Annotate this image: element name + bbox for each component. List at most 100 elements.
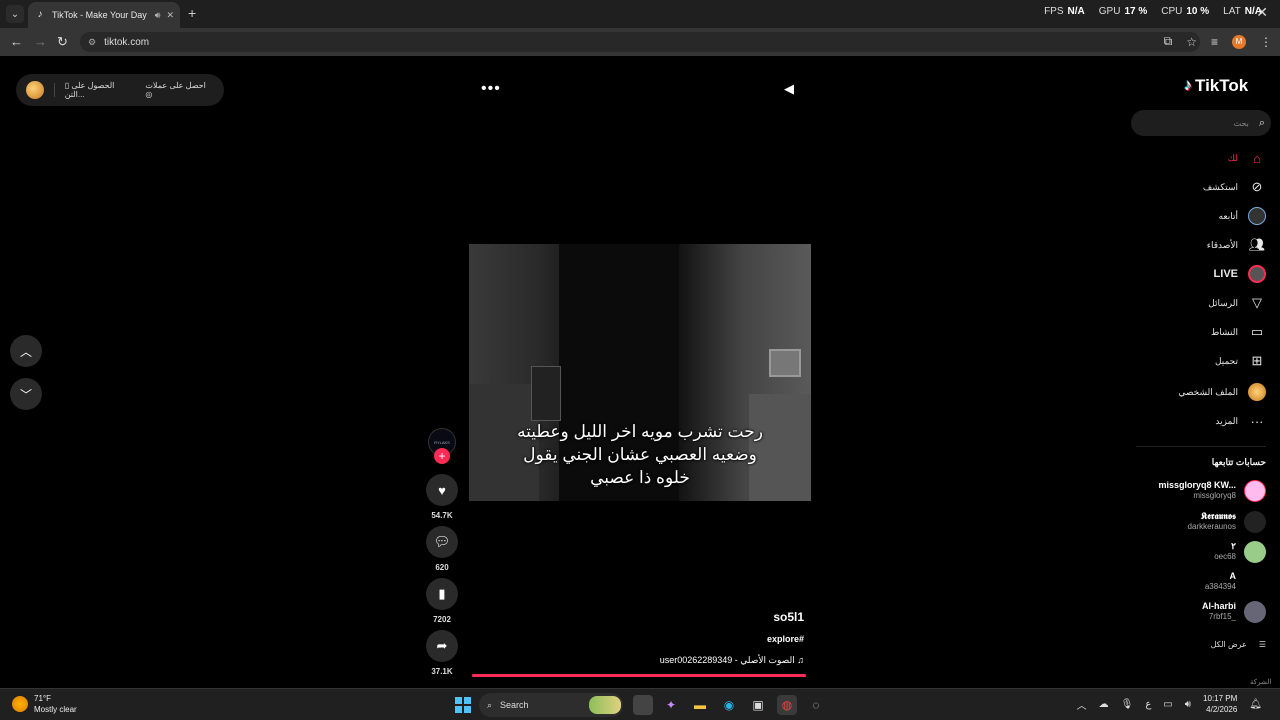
following-account[interactable]: ٢ oec68: [1140, 537, 1266, 565]
menu-item-messages[interactable]: الرسائل ▽: [1140, 292, 1266, 314]
forward-icon[interactable]: →: [34, 34, 47, 49]
start-button[interactable]: [455, 697, 471, 713]
menu-item-friends[interactable]: الأصدقاء 👥︎: [1140, 234, 1266, 256]
task-view-icon[interactable]: [633, 695, 653, 715]
new-tab-button[interactable]: +: [188, 5, 196, 21]
perf-overlay: FPS N/A GPU 17 % CPU 10 % LAT N/A: [1044, 6, 1262, 17]
network-icon[interactable]: ▭: [1163, 699, 1172, 710]
store-icon[interactable]: ▣: [748, 695, 768, 715]
following-account[interactable]: 𝕶𝖊𝖗𝖆𝖚𝖓𝖔𝖘 darkkeraunos: [1140, 507, 1266, 535]
tab-audio-icon[interactable]: 🔊︎: [155, 10, 161, 21]
previous-video-button[interactable]: ︿: [10, 335, 42, 367]
show-hidden-icons-icon[interactable]: ︿: [1077, 697, 1087, 712]
microphone-icon[interactable]: 🎙︎: [1121, 699, 1134, 710]
menu-item-more[interactable]: المزيد ···: [1140, 410, 1266, 432]
following-account[interactable]: Aa384394: [1140, 567, 1266, 595]
video-hashtag[interactable]: explore#: [700, 634, 804, 644]
tiktok-logo[interactable]: ♪ TikTok: [1184, 76, 1248, 96]
search-input[interactable]: بحث ⌕: [1131, 110, 1271, 136]
avatar: [1244, 511, 1266, 533]
tab-title: TikTok - Make Your Day: [52, 10, 147, 20]
reload-icon[interactable]: ↻: [57, 34, 68, 50]
menu-item-for-you[interactable]: لك ⌂: [1140, 147, 1266, 169]
avatar: [1244, 601, 1266, 623]
back-icon[interactable]: ←: [10, 34, 23, 49]
caption-line: رحت تشرب مويه اخر الليل وعطيته: [517, 422, 763, 441]
avatar: [1244, 541, 1266, 563]
user-avatar[interactable]: [26, 81, 44, 99]
search-placeholder: بحث: [1233, 118, 1249, 128]
video-player[interactable]: رحت تشرب مويه اخر الليل وعطيته وضعيه الع…: [469, 244, 811, 501]
window-close-icon[interactable]: ✕: [1256, 4, 1268, 21]
like-button[interactable]: ♥: [426, 474, 458, 506]
bookmark-star-icon[interactable]: ☆: [1186, 35, 1197, 49]
browser-menu-icon[interactable]: ⋮: [1260, 35, 1272, 49]
media-controls-icon[interactable]: ≡: [1211, 35, 1218, 49]
video-music[interactable]: user00262289349 - الصوت الأصلي ♫: [560, 655, 804, 666]
clock[interactable]: 10:17 PM 4/2/2026: [1203, 693, 1237, 715]
share-button[interactable]: ➦: [426, 630, 458, 662]
menu-item-explore[interactable]: استكشف ⊘: [1140, 176, 1266, 198]
install-app-icon[interactable]: ⧉: [1164, 34, 1173, 49]
messages-icon: ▽: [1252, 295, 1262, 310]
file-explorer-icon[interactable]: ▬: [690, 695, 710, 715]
site-info-icon[interactable]: ⚙: [88, 37, 96, 48]
copilot-icon[interactable]: ✦: [661, 695, 681, 715]
save-button[interactable]: ▮: [426, 578, 458, 610]
follow-button[interactable]: +: [434, 448, 450, 464]
search-icon[interactable]: ⌕: [1259, 117, 1265, 130]
menu-label: النشاط: [1210, 326, 1238, 337]
more-options-icon[interactable]: •••: [481, 80, 501, 98]
account-name: missgloryq8 KW...: [1158, 480, 1236, 490]
home-icon: ⌂: [1253, 150, 1261, 166]
volume-icon[interactable]: 🔊︎: [1185, 699, 1191, 710]
menu-item-live[interactable]: LIVE: [1140, 263, 1266, 285]
comment-button[interactable]: 💬︎: [426, 526, 458, 558]
company-link[interactable]: الشركة: [1250, 678, 1271, 686]
taskbar-search[interactable]: ⌕ Search: [479, 693, 623, 717]
get-coins-button[interactable]: احصل على عملات ◎: [145, 81, 214, 99]
weather-widget[interactable]: 71°F Mostly clear: [12, 693, 77, 715]
menu-item-activity[interactable]: النشاط ▭: [1140, 321, 1266, 343]
menu-item-upload[interactable]: تحميل ⊞: [1140, 350, 1266, 372]
app-icon[interactable]: ◌: [806, 695, 826, 715]
menu-label: أتابعه: [1218, 210, 1238, 221]
profile-avatar[interactable]: M: [1232, 34, 1246, 49]
upload-icon: ⊞: [1251, 353, 1263, 368]
chrome-icon[interactable]: ◍: [777, 695, 797, 715]
get-app-button[interactable]: ▯ الحصول على التن...: [65, 81, 136, 99]
menu-label: الرسائل: [1208, 297, 1238, 308]
notifications-icon[interactable]: 🔔︎: [1249, 699, 1262, 710]
language-indicator[interactable]: ع: [1145, 699, 1151, 710]
video-author[interactable]: so5l1: [700, 610, 804, 624]
avatar: [1244, 571, 1266, 593]
edge-icon[interactable]: ◉: [719, 695, 739, 715]
top-actions-pill: ▯ الحصول على التن... احصل على عملات ◎: [16, 74, 224, 106]
video-progress-bar[interactable]: [472, 674, 806, 677]
music-label: user00262289349 - الصوت الأصلي: [659, 655, 795, 665]
live-icon: [1248, 265, 1266, 283]
volume-icon[interactable]: ◀︎: [784, 81, 794, 97]
address-bar[interactable]: ⚙ tiktok.com: [80, 32, 1200, 52]
tab-search-button[interactable]: ⌄: [6, 5, 24, 23]
active-tab[interactable]: ♪ TikTok - Make Your Day 🔊︎ ✕: [28, 2, 180, 28]
menu-label: تحميل: [1214, 355, 1238, 366]
see-all-link[interactable]: عرض الكل ☰: [1140, 636, 1266, 652]
tiktok-page: ▯ الحصول على التن... احصل على عملات ◎ ••…: [0, 56, 1280, 688]
perf-cpu: CPU 10 %: [1161, 6, 1210, 17]
menu-item-following[interactable]: أتابعه: [1140, 205, 1266, 227]
menu-item-profile[interactable]: الملف الشخصي: [1140, 381, 1266, 403]
onedrive-icon[interactable]: ☁: [1099, 699, 1109, 710]
tab-close-icon[interactable]: ✕: [166, 10, 174, 21]
perf-fps: FPS N/A: [1044, 6, 1085, 17]
save-count: 7202: [433, 615, 451, 624]
following-account[interactable]: missgloryq8 KW... missgloryq8: [1140, 476, 1266, 504]
account-username: oec68: [1214, 552, 1236, 561]
account-username: 7rbf15_: [1208, 612, 1236, 621]
caption-line: وضعيه العصبي عشان الجني يقول: [523, 445, 757, 464]
heart-icon: ♥: [438, 482, 446, 498]
following-account[interactable]: Al-harbi 7rbf15_: [1140, 597, 1266, 625]
clock-time: 10:17 PM: [1203, 694, 1238, 703]
account-username: a384394: [1204, 582, 1236, 591]
next-video-button[interactable]: ﹀: [10, 378, 42, 410]
